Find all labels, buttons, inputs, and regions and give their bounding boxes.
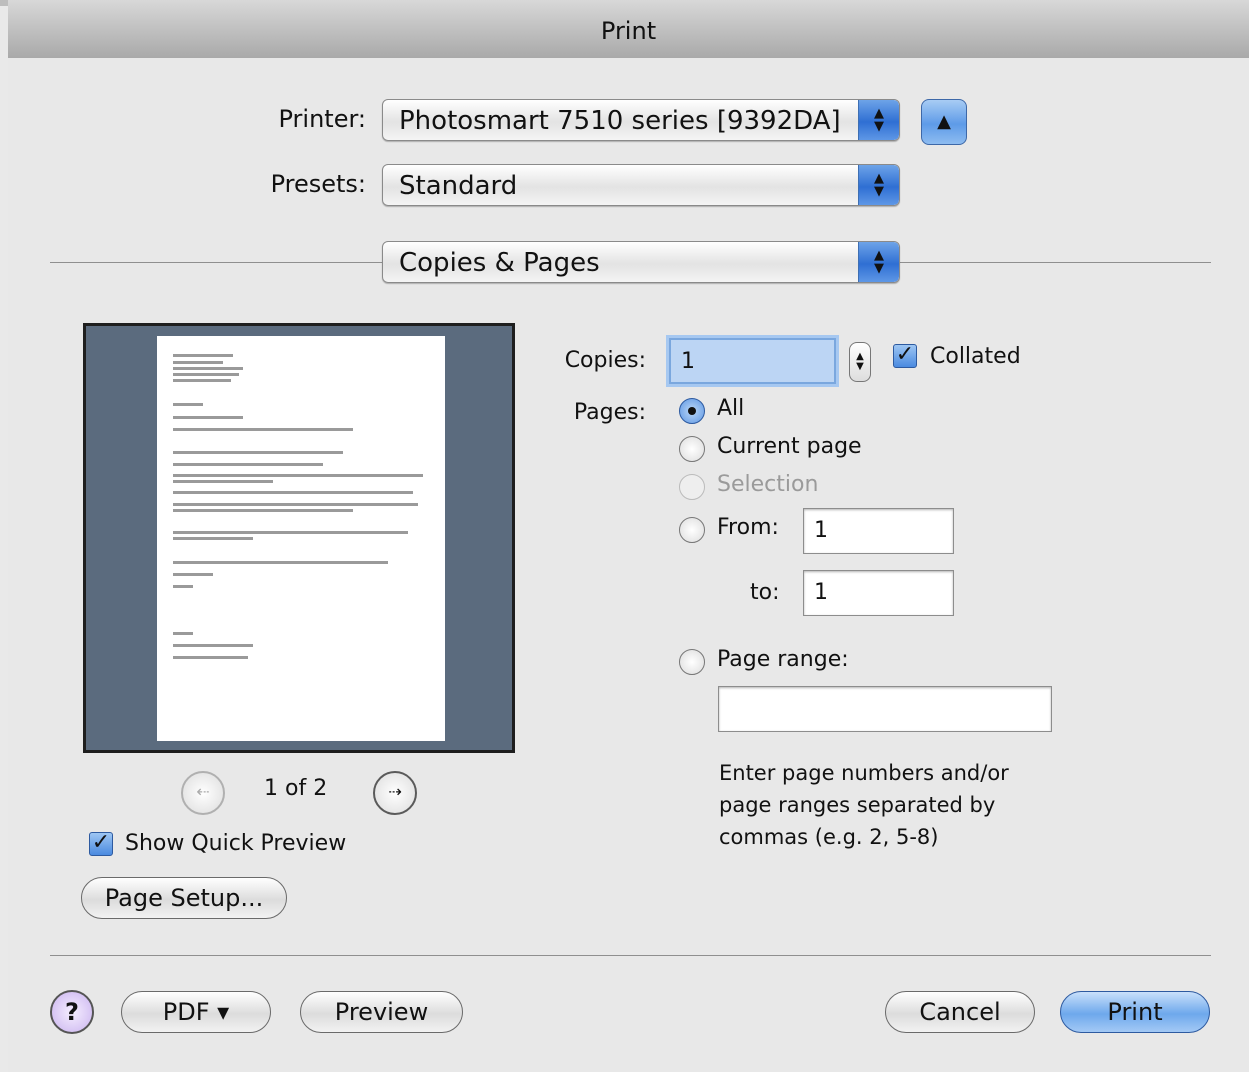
page-range-label: Page range: (717, 647, 849, 672)
previous-page-button[interactable]: ⇠ (181, 771, 225, 815)
next-page-button[interactable]: ⇢ (373, 771, 417, 815)
collated-label: Collated (930, 344, 1021, 369)
copies-label: Copies: (564, 348, 646, 373)
radio-all[interactable] (679, 398, 705, 424)
from-label: From: (717, 515, 779, 540)
radio-selection (679, 474, 705, 500)
printer-label: Printer: (278, 105, 366, 133)
preview-page-thumbnail (157, 336, 445, 741)
pdf-menu-button[interactable]: PDF ▾ (121, 991, 271, 1033)
divider-left (50, 262, 382, 263)
radio-page-range[interactable] (679, 649, 705, 675)
collapse-details-button[interactable]: ▲ (921, 99, 967, 145)
triangle-up-icon: ▲ (937, 111, 951, 132)
divider-right (900, 262, 1211, 263)
help-button[interactable]: ? (50, 990, 94, 1034)
show-quick-preview-checkbox[interactable]: ✓ (89, 832, 113, 856)
to-field[interactable]: 1 (803, 570, 954, 616)
copies-stepper[interactable]: ▲ ▼ (849, 342, 871, 382)
popup-arrows-icon: ▲ ▼ (858, 165, 899, 205)
radio-from[interactable] (679, 517, 705, 543)
from-field[interactable]: 1 (803, 508, 954, 554)
presets-value: Standard (399, 171, 518, 201)
popup-arrows-icon: ▲ ▼ (858, 100, 899, 140)
page-range-hint: Enter page numbers and/or page ranges se… (719, 761, 1009, 849)
pages-label: Pages: (573, 400, 646, 425)
footer-divider (50, 955, 1211, 956)
arrow-left-icon: ⇠ (196, 782, 210, 801)
radio-current-page-label: Current page (717, 434, 862, 459)
show-quick-preview-label: Show Quick Preview (125, 831, 347, 856)
window-title: Print (8, 0, 1249, 59)
preview-button[interactable]: Preview (300, 991, 463, 1033)
page-range-field[interactable] (718, 686, 1052, 732)
arrow-right-icon: ⇢ (388, 782, 402, 801)
printer-value: Photosmart 7510 series [9392DA] (399, 106, 841, 136)
collated-checkbox[interactable]: ✓ (893, 344, 917, 368)
radio-selection-label: Selection (717, 472, 819, 497)
popup-arrows-icon: ▲ ▼ (858, 242, 899, 282)
print-button[interactable]: Print (1060, 991, 1210, 1033)
radio-current-page[interactable] (679, 436, 705, 462)
checkmark-icon: ✓ (895, 342, 915, 367)
copies-field[interactable]: 1 (669, 338, 836, 384)
presets-popup[interactable]: Standard ▲ ▼ (382, 164, 900, 206)
page-setup-button[interactable]: Page Setup... (81, 877, 287, 919)
panel-value: Copies & Pages (399, 248, 600, 278)
print-preview (83, 323, 515, 753)
panel-popup[interactable]: Copies & Pages ▲ ▼ (382, 241, 900, 283)
question-mark-icon: ? (65, 998, 79, 1026)
presets-label: Presets: (270, 170, 366, 198)
cancel-button[interactable]: Cancel (885, 991, 1035, 1033)
radio-all-label: All (717, 396, 745, 421)
page-indicator: 1 of 2 (264, 776, 328, 801)
printer-popup[interactable]: Photosmart 7510 series [9392DA] ▲ ▼ (382, 99, 900, 141)
checkmark-icon: ✓ (91, 830, 111, 855)
to-label: to: (750, 580, 780, 605)
